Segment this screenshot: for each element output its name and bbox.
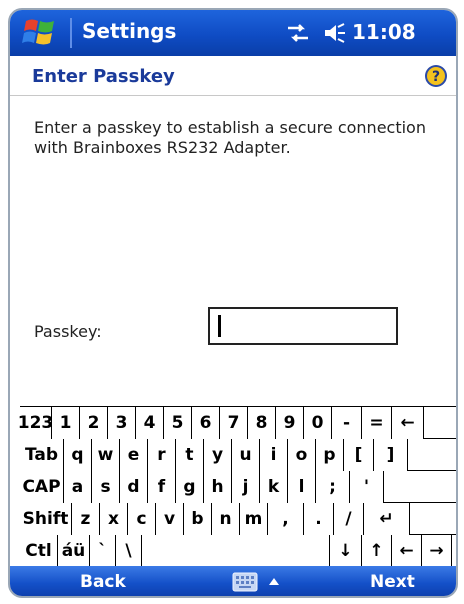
on-screen-keyboard[interactable]: 123 1 2 3 4 5 6 7 8 9 0- = ← Tab q w e r t y u i o p[] CAP a s d f g h… (18, 406, 456, 567)
input-menu-arrow-icon[interactable] (268, 576, 280, 586)
windows-start-icon[interactable] (22, 15, 58, 51)
device-frame: Settings 11:08 Enter Passkey ? Enter a p… (8, 8, 458, 598)
key[interactable]: s (92, 471, 120, 503)
key[interactable]: ← (392, 407, 424, 439)
key[interactable]: áü (58, 535, 90, 567)
key[interactable]: t (176, 439, 204, 471)
svg-text:?: ? (432, 69, 440, 85)
key[interactable]: b (184, 503, 212, 535)
keyboard-row: Shift z x c v b n m,. / ↵ (20, 503, 456, 535)
key[interactable]: i (260, 439, 288, 471)
keyboard-row: 123 1 2 3 4 5 6 7 8 9 0- = ← (18, 407, 456, 439)
passkey-input[interactable] (208, 307, 398, 345)
key[interactable]: l (288, 471, 316, 503)
connectivity-icon[interactable] (286, 22, 310, 44)
key[interactable]: ← (392, 535, 422, 567)
key[interactable]: \ (116, 535, 142, 567)
key[interactable]: ` (90, 535, 116, 567)
key[interactable]: ] (374, 439, 408, 471)
key[interactable]: ; (316, 471, 350, 503)
key[interactable]: v (156, 503, 184, 535)
keyboard-row: Ctl áü ` \ ↓ ↑ ← → (20, 535, 456, 567)
key[interactable]: ↓ (330, 535, 362, 567)
key[interactable]: ↵ (364, 503, 410, 535)
key[interactable]: j (232, 471, 260, 503)
key[interactable]: Shift (20, 503, 72, 535)
key[interactable]: → (422, 535, 452, 567)
key-space[interactable] (142, 535, 330, 567)
key[interactable]: m (240, 503, 268, 535)
key[interactable]: r (148, 439, 176, 471)
key[interactable]: 3 (108, 407, 136, 439)
key[interactable]: q (64, 439, 92, 471)
key[interactable]: n (212, 503, 240, 535)
text-caret (218, 315, 221, 337)
key[interactable]: CAP (20, 471, 64, 503)
app-title: Settings (82, 19, 177, 43)
speaker-icon[interactable] (322, 22, 346, 44)
key[interactable]: p (316, 439, 344, 471)
key[interactable]: o (288, 439, 316, 471)
key[interactable]: x (100, 503, 128, 535)
key[interactable]: 5 (164, 407, 192, 439)
keyboard-row: CAP a s d f g h j k l; ' (20, 471, 456, 503)
key[interactable]: = (362, 407, 392, 439)
title-bar: Settings 11:08 (10, 10, 456, 56)
softkey-bar: Back Next (10, 566, 456, 596)
key[interactable]: / (334, 503, 364, 535)
key[interactable]: h (204, 471, 232, 503)
key[interactable]: Ctl (20, 535, 58, 567)
key[interactable]: g (176, 471, 204, 503)
key[interactable]: k (260, 471, 288, 503)
key[interactable]: 4 (136, 407, 164, 439)
key[interactable]: 1 (52, 407, 80, 439)
key[interactable]: Tab (20, 439, 64, 471)
keyboard-icon[interactable] (232, 572, 258, 592)
key[interactable]: 0 (304, 407, 332, 439)
key[interactable]: d (120, 471, 148, 503)
key[interactable]: 8 (248, 407, 276, 439)
key[interactable]: 123 (18, 407, 53, 439)
key[interactable]: u (232, 439, 260, 471)
key[interactable]: ↑ (362, 535, 392, 567)
key[interactable]: - (332, 407, 362, 439)
key[interactable]: a (64, 471, 92, 503)
back-softkey[interactable]: Back (80, 572, 126, 592)
key[interactable]: c (128, 503, 156, 535)
key[interactable]: [ (344, 439, 374, 471)
clock[interactable]: 11:08 (352, 20, 416, 44)
key[interactable]: f (148, 471, 176, 503)
key[interactable]: z (72, 503, 100, 535)
next-softkey[interactable]: Next (370, 572, 415, 592)
keyboard-row: Tab q w e r t y u i o p[] (20, 439, 456, 471)
key[interactable]: y (204, 439, 232, 471)
key[interactable]: 7 (220, 407, 248, 439)
key[interactable]: w (92, 439, 120, 471)
page-title: Enter Passkey (32, 66, 175, 87)
key[interactable]: . (304, 503, 334, 535)
help-icon[interactable]: ? (424, 64, 448, 88)
title-separator (70, 18, 72, 48)
key[interactable]: ' (350, 471, 384, 503)
key[interactable]: , (268, 503, 304, 535)
page-header: Enter Passkey ? (10, 56, 456, 96)
key[interactable]: e (120, 439, 148, 471)
passkey-label: Passkey: (34, 322, 102, 341)
key[interactable]: 6 (192, 407, 220, 439)
instructions-text: Enter a passkey to establish a secure co… (34, 118, 426, 157)
key[interactable]: 9 (276, 407, 304, 439)
key[interactable]: 2 (80, 407, 108, 439)
